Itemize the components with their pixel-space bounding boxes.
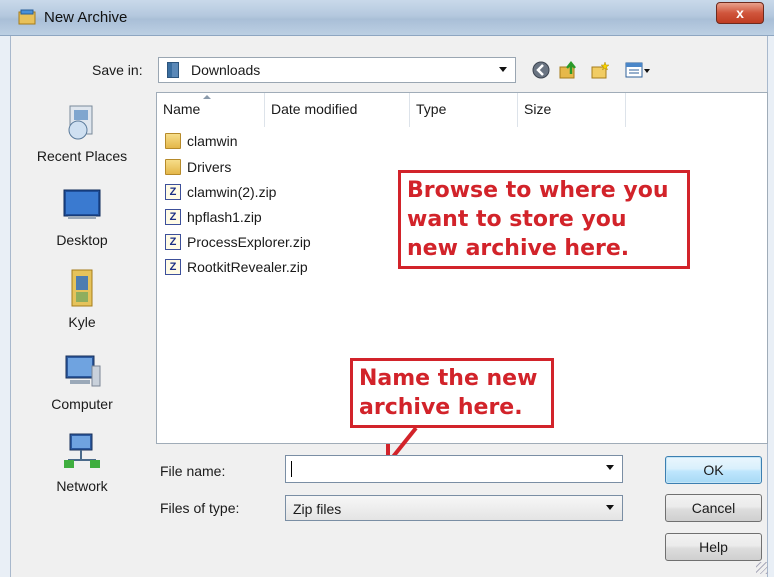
ok-button[interactable]: OK [665, 456, 762, 484]
save-in-label: Save in: [92, 62, 143, 78]
save-in-dropdown[interactable]: Downloads [158, 57, 516, 83]
annotation-line: Browse to where you [407, 178, 669, 203]
file-name: ProcessExplorer.zip [187, 234, 311, 250]
name-annotation: Name the new archive here. [350, 358, 554, 428]
network-icon [64, 433, 100, 468]
place-label: Desktop [56, 232, 108, 248]
text-caret [291, 461, 292, 477]
up-folder-icon[interactable] [558, 60, 578, 80]
back-icon[interactable] [531, 60, 551, 80]
zip-file-icon: Z [165, 184, 181, 200]
file-name: clamwin [187, 133, 238, 149]
file-row[interactable]: Z clamwin(2).zip [165, 182, 385, 204]
chevron-down-icon [499, 67, 507, 72]
folder-icon [165, 159, 181, 175]
file-name: RootkitRevealer.zip [187, 259, 308, 275]
new-folder-icon[interactable] [590, 60, 610, 80]
desktop-icon [63, 189, 101, 219]
place-label: Recent Places [36, 148, 128, 164]
close-button[interactable]: x [716, 2, 764, 24]
file-name-label: File name: [160, 463, 226, 479]
place-kyle[interactable]: Kyle [12, 268, 152, 348]
file-row[interactable]: Z RootkitRevealer.zip [165, 257, 385, 279]
place-computer[interactable]: Computer [12, 350, 152, 430]
help-button[interactable]: Help [665, 533, 762, 561]
place-desktop[interactable]: Desktop [12, 186, 152, 266]
window-title: New Archive [44, 9, 128, 26]
zip-file-icon: Z [165, 234, 181, 250]
downloads-folder-icon [167, 62, 179, 78]
save-in-value: Downloads [191, 62, 261, 78]
file-row[interactable]: Z ProcessExplorer.zip [165, 232, 385, 254]
annotation-line: new archive here. [407, 236, 630, 261]
recent-places-icon [68, 105, 93, 140]
view-menu-icon[interactable] [625, 60, 651, 80]
file-type-label: Files of type: [160, 500, 240, 516]
annotation-line: Name the new [359, 366, 538, 391]
file-name: Drivers [187, 159, 232, 175]
zip-file-icon: Z [165, 259, 181, 275]
resize-grip[interactable] [756, 562, 768, 574]
file-row[interactable]: clamwin [165, 131, 385, 153]
file-type-value: Zip files [293, 501, 342, 517]
place-network[interactable]: Network [12, 432, 152, 512]
file-name: hpflash1.zip [187, 209, 262, 225]
places-bar: Recent Places Desktop Kyle Computer Netw… [12, 92, 152, 512]
column-header-size[interactable]: Size [518, 93, 626, 127]
file-name-input[interactable] [285, 455, 623, 483]
place-label: Network [56, 478, 108, 494]
annotation-line: archive here. [359, 395, 523, 420]
place-label: Kyle [68, 314, 96, 330]
place-recent-places[interactable]: Recent Places [12, 102, 152, 182]
column-header-name[interactable]: Name [157, 93, 265, 127]
user-folder-icon [71, 269, 93, 307]
computer-icon [65, 355, 101, 387]
column-header-type[interactable]: Type [410, 93, 518, 127]
file-name: clamwin(2).zip [187, 184, 277, 200]
chevron-down-icon [606, 505, 614, 510]
title-bar: New Archive x [0, 0, 774, 36]
folder-icon [165, 133, 181, 149]
chevron-down-icon[interactable] [606, 465, 614, 470]
annotation-line: want to store you [407, 207, 627, 232]
cancel-button[interactable]: Cancel [665, 494, 762, 522]
file-row[interactable]: Z hpflash1.zip [165, 207, 385, 229]
file-type-dropdown[interactable]: Zip files [285, 495, 623, 521]
file-row[interactable]: Drivers [165, 157, 385, 179]
column-header-date-modified[interactable]: Date modified [265, 93, 410, 127]
archive-app-icon [18, 9, 36, 25]
place-label: Computer [51, 396, 113, 412]
browse-annotation: Browse to where you want to store you ne… [398, 170, 690, 269]
zip-file-icon: Z [165, 209, 181, 225]
